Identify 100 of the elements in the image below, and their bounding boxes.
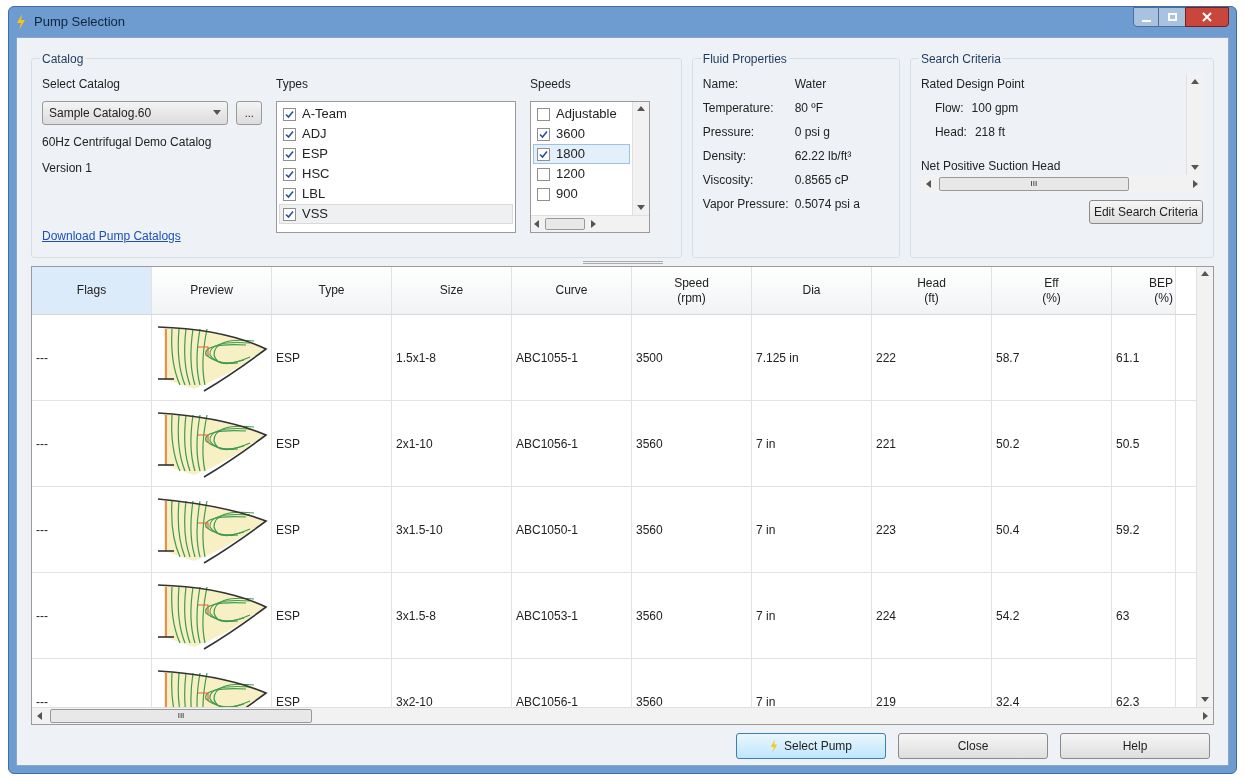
horizontal-scrollbar[interactable]: III xyxy=(920,175,1203,192)
arrow-down-icon[interactable] xyxy=(1201,696,1209,704)
arrow-right-icon[interactable] xyxy=(589,220,597,228)
arrow-down-icon[interactable] xyxy=(1191,164,1199,172)
table-cell-text: 3560 xyxy=(636,693,663,707)
column-header[interactable]: Preview xyxy=(152,267,272,314)
table-cell-text: --- xyxy=(36,607,48,625)
arrow-left-icon[interactable] xyxy=(533,220,541,228)
table-cell-text: ESP xyxy=(276,607,300,625)
property-label: Pressure: xyxy=(702,124,756,141)
table-cell-text: 224 xyxy=(876,607,897,625)
table-cell-text: 3560 xyxy=(636,607,663,625)
type-item[interactable]: HSC xyxy=(279,164,513,184)
checkbox[interactable] xyxy=(283,127,296,141)
table-cell-text: ESP xyxy=(276,521,300,539)
type-item[interactable]: VSS xyxy=(279,204,513,224)
table-cell-text: 7 in xyxy=(756,607,776,625)
arrow-left-icon[interactable] xyxy=(924,179,933,188)
arrow-up-icon[interactable] xyxy=(1201,270,1209,278)
table-cell-text: ESP xyxy=(276,435,300,453)
edit-search-criteria-button[interactable]: Edit Search Criteria xyxy=(1088,200,1203,224)
table-cell-text: 58.7 xyxy=(996,349,1020,367)
column-header[interactable]: Eff (%) xyxy=(992,267,1112,314)
table-cell-text: 32.4 xyxy=(996,693,1020,707)
types-label: Types xyxy=(276,76,309,93)
table-cell-text: --- xyxy=(36,693,48,707)
arrow-down-icon[interactable] xyxy=(213,109,222,117)
close-icon[interactable] xyxy=(1185,7,1229,27)
speed-item[interactable]: Adjustable xyxy=(533,104,630,124)
column-header[interactable]: Size xyxy=(392,267,512,314)
catalog-dropdown[interactable]: Sample Catalog.60 xyxy=(42,101,229,125)
speed-item[interactable]: 1200 xyxy=(533,164,630,184)
column-header[interactable]: Dia xyxy=(752,267,872,314)
download-link[interactable]: Download Pump Catalogs xyxy=(42,227,262,245)
column-header[interactable]: BEP (%) xyxy=(1112,267,1176,314)
property-label: Density: xyxy=(702,148,748,165)
table-cell-text: --- xyxy=(36,435,48,453)
table-cell-text: 1.5x1-8 xyxy=(396,349,437,367)
property-label: Temperature: xyxy=(702,100,775,117)
speeds-label: Speeds xyxy=(530,76,572,93)
table-cell-text: ABC1050-1 xyxy=(516,521,579,539)
property-value: Water xyxy=(794,76,828,93)
type-item[interactable]: LBL xyxy=(279,184,513,204)
table-cell-text: ABC1053-1 xyxy=(516,607,579,625)
vertical-scrollbar[interactable] xyxy=(632,102,649,215)
table-cell-text: --- xyxy=(36,521,48,539)
vertical-scrollbar[interactable] xyxy=(1186,75,1203,175)
checkbox[interactable] xyxy=(537,187,550,201)
maximize-button[interactable] xyxy=(1159,7,1185,27)
column-header[interactable]: Speed (rpm) xyxy=(632,267,752,314)
table-cell-text: 61.1 xyxy=(1116,349,1140,367)
arrow-left-icon[interactable] xyxy=(36,712,44,720)
table-cell-text: ABC1055-1 xyxy=(516,349,579,367)
table-cell-text: --- xyxy=(36,349,48,367)
type-item[interactable]: ESP xyxy=(279,144,513,164)
table-cell-text: 50.2 xyxy=(996,435,1020,453)
arrow-down-icon[interactable] xyxy=(637,204,645,212)
minimize-button[interactable] xyxy=(1133,7,1159,27)
checkbox[interactable] xyxy=(283,107,296,121)
vertical-scrollbar[interactable] xyxy=(1196,267,1213,707)
dialog-button[interactable]: Close xyxy=(898,733,1048,759)
checkbox[interactable] xyxy=(537,107,550,121)
horizontal-scrollbar[interactable]: III xyxy=(32,707,1213,724)
speed-item[interactable]: 1800 xyxy=(533,144,630,164)
property-label: Viscosity: xyxy=(702,172,755,189)
table-cell-text: 3x1.5-8 xyxy=(396,607,437,625)
property-value: 80 ºF xyxy=(794,100,825,117)
column-header[interactable]: Curve xyxy=(512,267,632,314)
horizontal-scrollbar[interactable] xyxy=(531,215,649,232)
checkbox[interactable] xyxy=(537,127,550,141)
column-header[interactable]: Flags xyxy=(32,267,152,314)
speed-item[interactable]: 900 xyxy=(533,184,630,204)
table-cell-text: 7 in xyxy=(756,435,776,453)
checkbox[interactable] xyxy=(537,167,550,181)
table-cell-text: ABC1056-1 xyxy=(516,435,579,453)
type-item[interactable]: ADJ xyxy=(279,124,513,144)
arrow-right-icon[interactable] xyxy=(1201,712,1209,720)
checkbox[interactable] xyxy=(537,147,550,161)
checkbox[interactable] xyxy=(283,147,296,161)
browse-button[interactable]: ... xyxy=(236,101,262,125)
column-header[interactable]: Type xyxy=(272,267,392,314)
table-cell-text: ESP xyxy=(276,693,300,707)
column-header[interactable]: Head (ft) xyxy=(872,267,992,314)
property-value: 62.22 lb/ft³ xyxy=(794,148,853,165)
property-value: 0 psi g xyxy=(794,124,831,141)
speed-item[interactable]: 3600 xyxy=(533,124,630,144)
type-item[interactable]: A-Team xyxy=(279,104,513,124)
arrow-up-icon[interactable] xyxy=(637,105,645,113)
checkbox[interactable] xyxy=(283,207,296,221)
dialog-button[interactable]: Help xyxy=(1060,733,1210,759)
arrow-up-icon[interactable] xyxy=(1191,78,1199,86)
table-cell-text: ESP xyxy=(276,349,300,367)
table-cell-text: 222 xyxy=(876,349,897,367)
checkbox[interactable] xyxy=(283,167,296,181)
property-value: 0.5074 psi a xyxy=(794,196,862,213)
arrow-right-icon[interactable] xyxy=(1191,179,1199,188)
checkbox[interactable] xyxy=(283,187,296,201)
select-pump-button[interactable]: Select Pump xyxy=(736,733,886,759)
criteria-label: Head: xyxy=(934,124,967,141)
table-cell-text: 3x2-10 xyxy=(396,693,433,707)
